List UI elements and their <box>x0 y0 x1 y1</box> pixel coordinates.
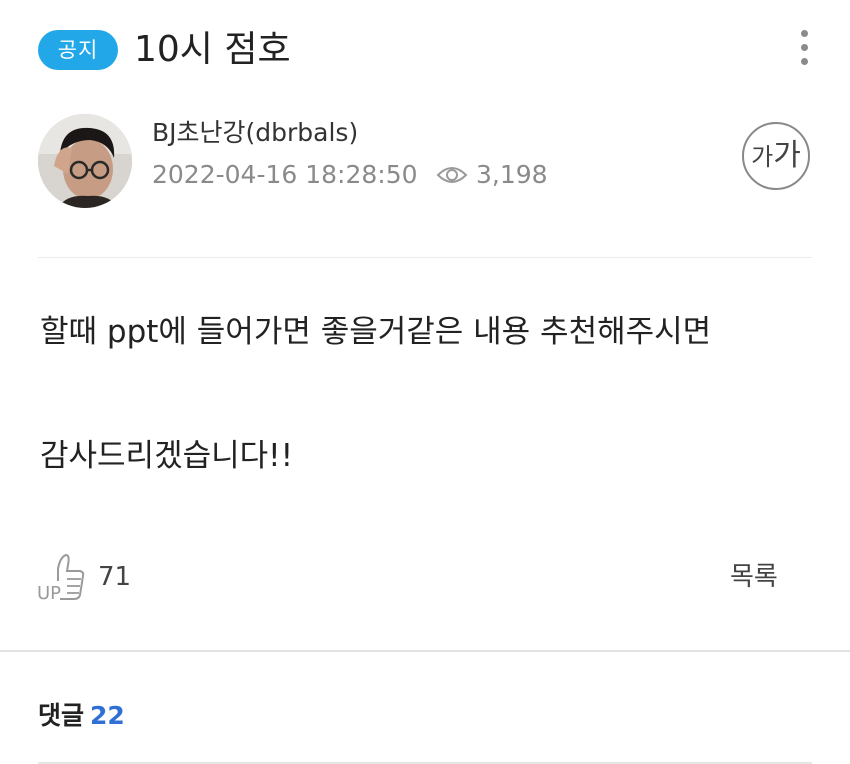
comments-count: 22 <box>90 701 125 730</box>
divider <box>38 257 812 258</box>
section-divider <box>0 650 850 652</box>
font-size-button[interactable]: 가가 <box>742 122 810 190</box>
font-size-large-label: 가 <box>773 138 801 173</box>
up-icon-label: UP <box>37 583 61 604</box>
comments-label: 댓글 <box>38 701 85 730</box>
more-options-icon[interactable] <box>788 26 822 70</box>
post-actions: UP 71 목록 <box>0 545 850 615</box>
notice-badge: 공지 <box>38 30 118 70</box>
post-date: 2022-04-16 18:28:50 <box>152 160 418 189</box>
post-header: 공지 10시 점호 <box>0 0 850 100</box>
author-info: BJ초난강(dbrbals) 2022-04-16 18:28:50 3,198… <box>0 108 850 218</box>
list-button[interactable]: 목록 <box>730 559 778 595</box>
like-count: 71 <box>98 562 132 592</box>
view-count: 3,198 <box>476 160 548 189</box>
thumbs-up-icon[interactable]: UP <box>36 551 88 605</box>
post-body-line: 감사드리겠습니다!! <box>40 438 294 474</box>
eye-icon <box>436 167 468 183</box>
font-size-small-label: 가 <box>751 143 774 171</box>
avatar[interactable] <box>38 114 132 208</box>
comments-header: 댓글 22 <box>38 698 125 734</box>
post-body-line: 할때 ppt에 들어가면 좋을거같은 내용 추천해주시면 <box>40 314 712 350</box>
post-title: 10시 점호 <box>134 29 291 70</box>
author-name[interactable]: BJ초난강(dbrbals) <box>152 116 358 150</box>
